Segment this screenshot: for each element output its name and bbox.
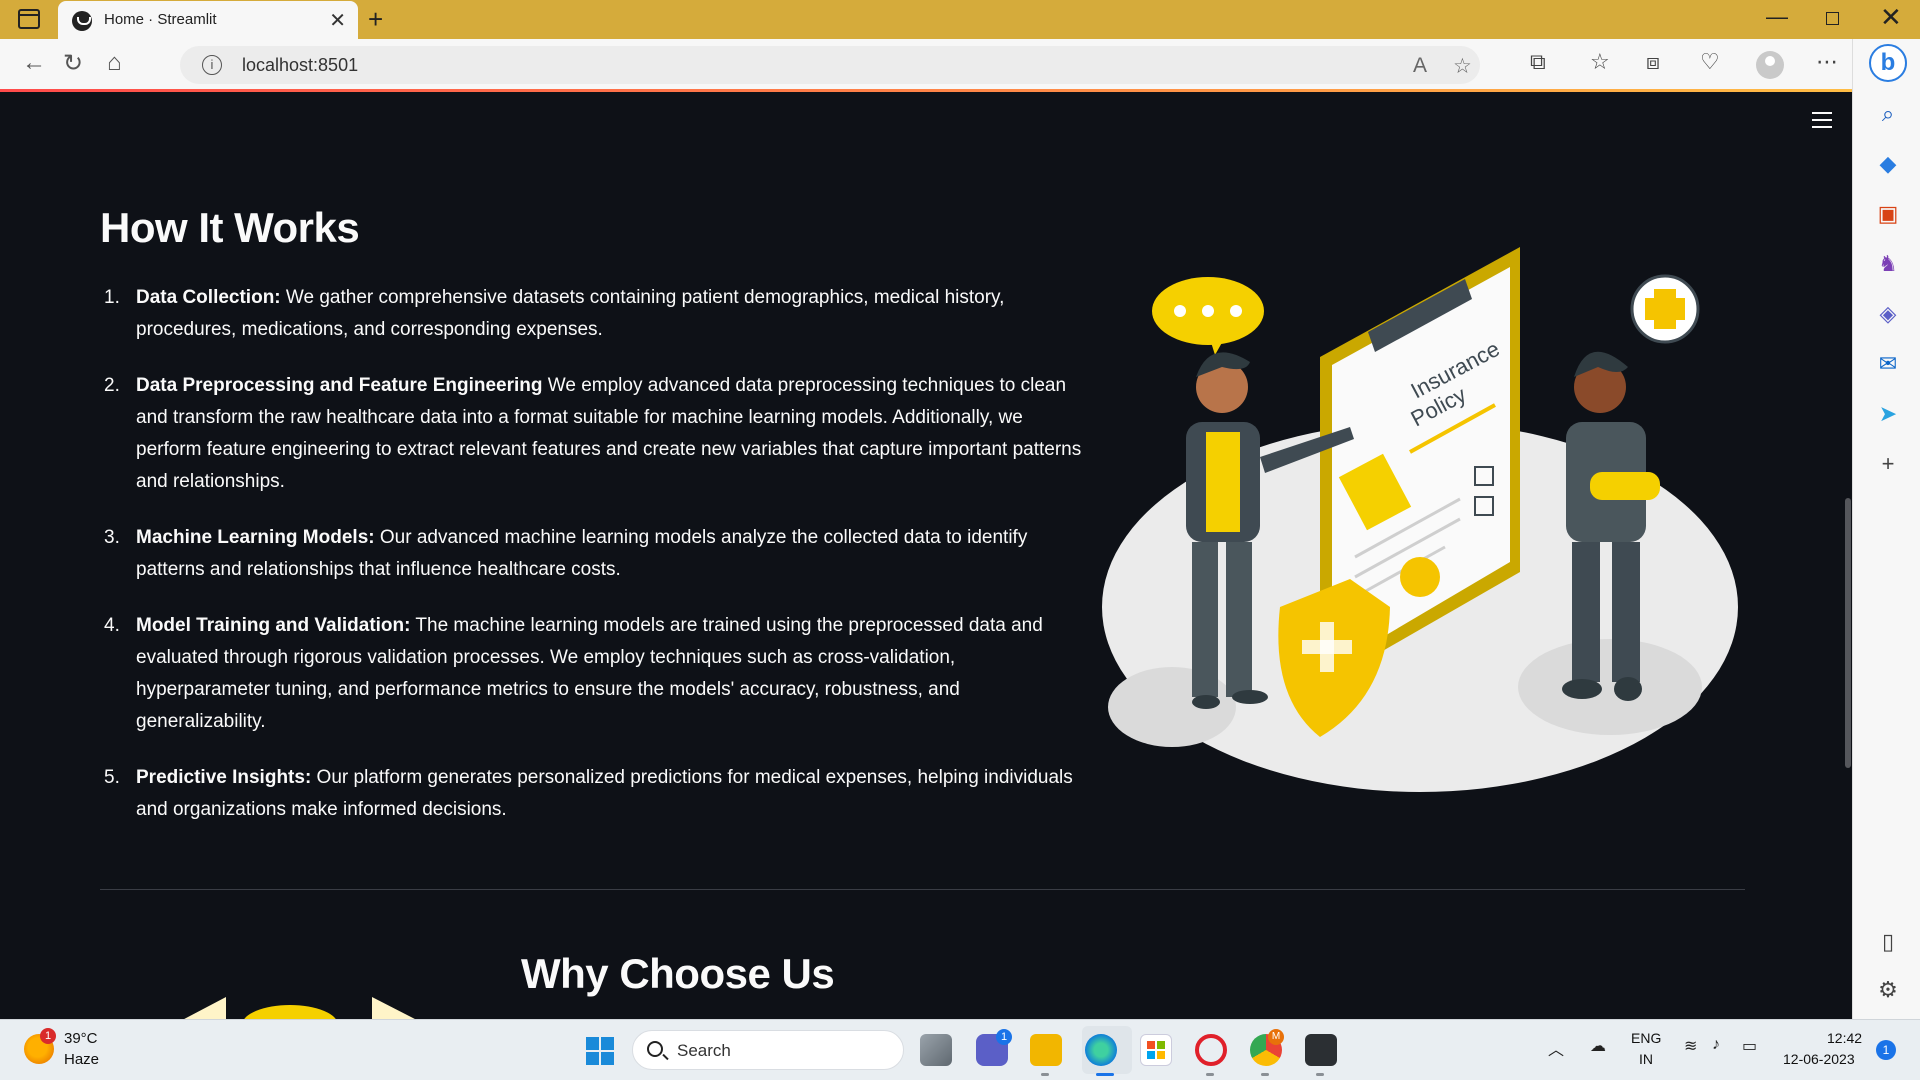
minimize-window-button[interactable]: — [1766, 4, 1788, 30]
weather-temperature: 39°C [64, 1030, 98, 1047]
opera-browser-icon[interactable] [1195, 1034, 1227, 1066]
restore-window-button[interactable] [1826, 12, 1839, 25]
file-explorer-icon[interactable] [1030, 1034, 1062, 1066]
running-indicator [1041, 1073, 1049, 1076]
why-choose-us-illustration [184, 997, 415, 1019]
speech-bubble-icon [1152, 277, 1264, 355]
browser-tab-home[interactable]: Home · Streamlit ✕ [58, 1, 358, 39]
favorite-star-icon[interactable]: ☆ [1453, 54, 1472, 79]
close-window-button[interactable]: ✕ [1880, 2, 1902, 33]
running-indicator [1316, 1073, 1324, 1076]
site-info-icon[interactable]: i [202, 55, 222, 75]
main-menu-icon[interactable] [1812, 112, 1832, 128]
insurance-policy-illustration: Insurance Policy [1102, 247, 1738, 792]
refresh-icon[interactable]: ↻ [63, 49, 83, 78]
address-bar[interactable]: i localhost:8501 A ☆ [180, 46, 1480, 84]
browser-essentials-icon[interactable]: ♡ [1700, 49, 1720, 75]
step-title: Predictive Insights: [136, 767, 312, 788]
hide-sidebar-icon[interactable]: ▯ [1875, 929, 1901, 955]
wifi-icon[interactable]: ≋ [1684, 1036, 1697, 1056]
notification-center-badge[interactable]: 1 [1876, 1040, 1896, 1060]
extensions-icon[interactable]: ⧉ [1530, 49, 1546, 75]
steps-list: 1. Data Collection: We gather comprehens… [100, 282, 1090, 850]
onedrive-sync-error-icon[interactable]: ☁ [1590, 1036, 1606, 1056]
step-item: 3. Machine Learning Models: Our advanced… [100, 522, 1090, 586]
section-divider [100, 889, 1745, 890]
url-text[interactable]: localhost:8501 [242, 55, 358, 76]
browser-tab-strip: Home · Streamlit ✕ + — ✕ [0, 0, 1920, 39]
shopping-tag-icon[interactable]: ◆ [1875, 151, 1901, 177]
step-item: 4. Model Training and Validation: The ma… [100, 610, 1090, 738]
weather-badge: 1 [40, 1028, 56, 1044]
clock-date[interactable]: 12-06-2023 [1783, 1051, 1855, 1067]
step-number: 3. [104, 527, 120, 548]
terminal-icon[interactable] [1305, 1034, 1337, 1066]
streamlit-app-main: How It Works 1. Data Collection: We gath… [0, 92, 1852, 1019]
back-icon[interactable]: ← [22, 49, 46, 77]
step-title: Data Preprocessing and Feature Engineeri… [136, 375, 543, 396]
microsoft-365-icon[interactable]: ◈ [1875, 301, 1901, 327]
step-title: Data Collection: [136, 287, 281, 308]
windows-taskbar: 1 39°C Haze Search 1 M ︿ ☁ ENG IN ≋ ♪ ▭ … [0, 1019, 1920, 1080]
outlook-icon[interactable]: ✉ [1875, 351, 1901, 377]
sidebar-settings-gear-icon[interactable]: ⚙ [1875, 977, 1901, 1003]
search-icon[interactable]: ⌕ [1875, 101, 1901, 127]
step-title: Machine Learning Models: [136, 527, 375, 548]
windows-start-icon[interactable] [586, 1037, 614, 1065]
games-icon[interactable]: ♞ [1875, 251, 1901, 277]
settings-more-icon[interactable]: ⋯ [1816, 49, 1838, 75]
running-indicator [1206, 1073, 1214, 1076]
why-choose-us-heading: Why Choose Us [521, 950, 835, 997]
medical-plus-badge-icon [1630, 274, 1700, 344]
battery-icon[interactable]: ▭ [1742, 1036, 1757, 1056]
step-item: 5. Predictive Insights: Our platform gen… [100, 762, 1090, 826]
weather-condition: Haze [64, 1051, 100, 1068]
streamlit-favicon-icon [72, 11, 92, 31]
volume-icon[interactable]: ♪ [1712, 1036, 1720, 1054]
tools-briefcase-icon[interactable]: ▣ [1875, 201, 1901, 227]
read-aloud-icon[interactable]: A [1413, 54, 1427, 78]
microsoft-store-icon[interactable] [1140, 1034, 1172, 1066]
step-number: 1. [104, 287, 120, 308]
step-item: 2. Data Preprocessing and Feature Engine… [100, 370, 1090, 498]
input-region[interactable]: IN [1639, 1051, 1653, 1067]
show-hidden-icons-chevron-icon[interactable]: ︿ [1548, 1036, 1564, 1060]
how-it-works-heading: How It Works [100, 204, 360, 251]
task-view-icon[interactable] [920, 1034, 952, 1066]
search-label: Search [677, 1041, 731, 1060]
step-title: Model Training and Validation: [136, 615, 411, 636]
chrome-profile-badge: M [1268, 1029, 1284, 1045]
input-language[interactable]: ENG [1631, 1030, 1661, 1046]
active-indicator [1096, 1073, 1114, 1076]
drop-send-icon[interactable]: ➤ [1875, 401, 1901, 427]
add-sidebar-app-icon[interactable]: + [1875, 451, 1901, 477]
page-scrollbar[interactable] [1845, 498, 1851, 768]
home-icon[interactable]: ⌂ [107, 49, 122, 77]
new-tab-button[interactable]: + [368, 4, 383, 35]
taskbar-search-box[interactable]: Search [632, 1030, 904, 1070]
tab-actions-icon[interactable] [18, 9, 40, 29]
close-tab-icon[interactable]: ✕ [329, 8, 346, 33]
step-number: 4. [104, 615, 120, 636]
step-number: 5. [104, 767, 120, 788]
step-item: 1. Data Collection: We gather comprehens… [100, 282, 1090, 346]
step-number: 2. [104, 375, 120, 396]
search-icon [647, 1041, 663, 1057]
clock-time[interactable]: 12:42 [1827, 1030, 1862, 1046]
tab-title: Home · Streamlit [104, 11, 217, 28]
running-indicator [1261, 1073, 1269, 1076]
bing-chat-icon[interactable]: b [1869, 44, 1907, 82]
browser-toolbar: ← ↻ ⌂ i localhost:8501 A ☆ ⧉ ☆ ⧈ ♡ ⋯ [0, 39, 1920, 91]
profile-avatar[interactable] [1756, 51, 1784, 79]
edge-browser-icon[interactable] [1085, 1034, 1117, 1066]
teams-badge: 1 [996, 1029, 1012, 1045]
edge-sidebar: b ⌕ ◆ ▣ ♞ ◈ ✉ ➤ + ▯ ⚙ [1852, 39, 1920, 1019]
favorites-icon[interactable]: ☆ [1590, 49, 1610, 75]
collections-icon[interactable]: ⧈ [1646, 49, 1660, 75]
